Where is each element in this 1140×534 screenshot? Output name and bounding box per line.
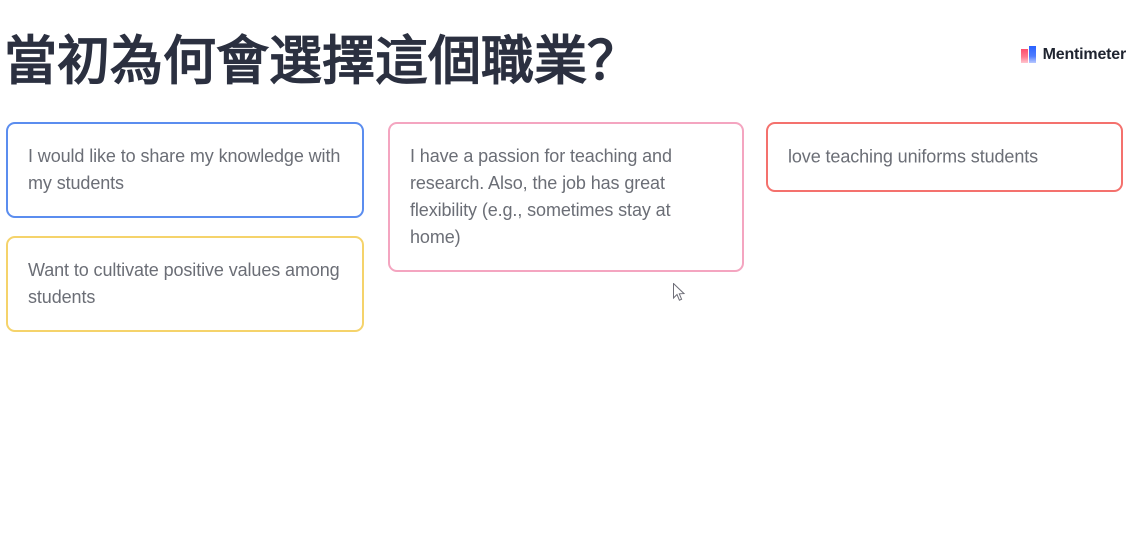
response-card-text: I have a passion for teaching and resear… bbox=[410, 146, 672, 247]
response-card[interactable]: I have a passion for teaching and resear… bbox=[388, 122, 744, 272]
response-card-text: I would like to share my knowledge with … bbox=[28, 146, 341, 193]
response-card-text: Want to cultivate positive values among … bbox=[28, 260, 340, 307]
response-card-text: love teaching uniforms students bbox=[788, 146, 1039, 167]
response-card[interactable]: I would like to share my knowledge with … bbox=[6, 122, 364, 218]
response-card[interactable]: Want to cultivate positive values among … bbox=[6, 236, 364, 332]
response-board: I would like to share my knowledge with … bbox=[0, 0, 1140, 534]
response-card[interactable]: love teaching uniforms students bbox=[766, 122, 1123, 192]
